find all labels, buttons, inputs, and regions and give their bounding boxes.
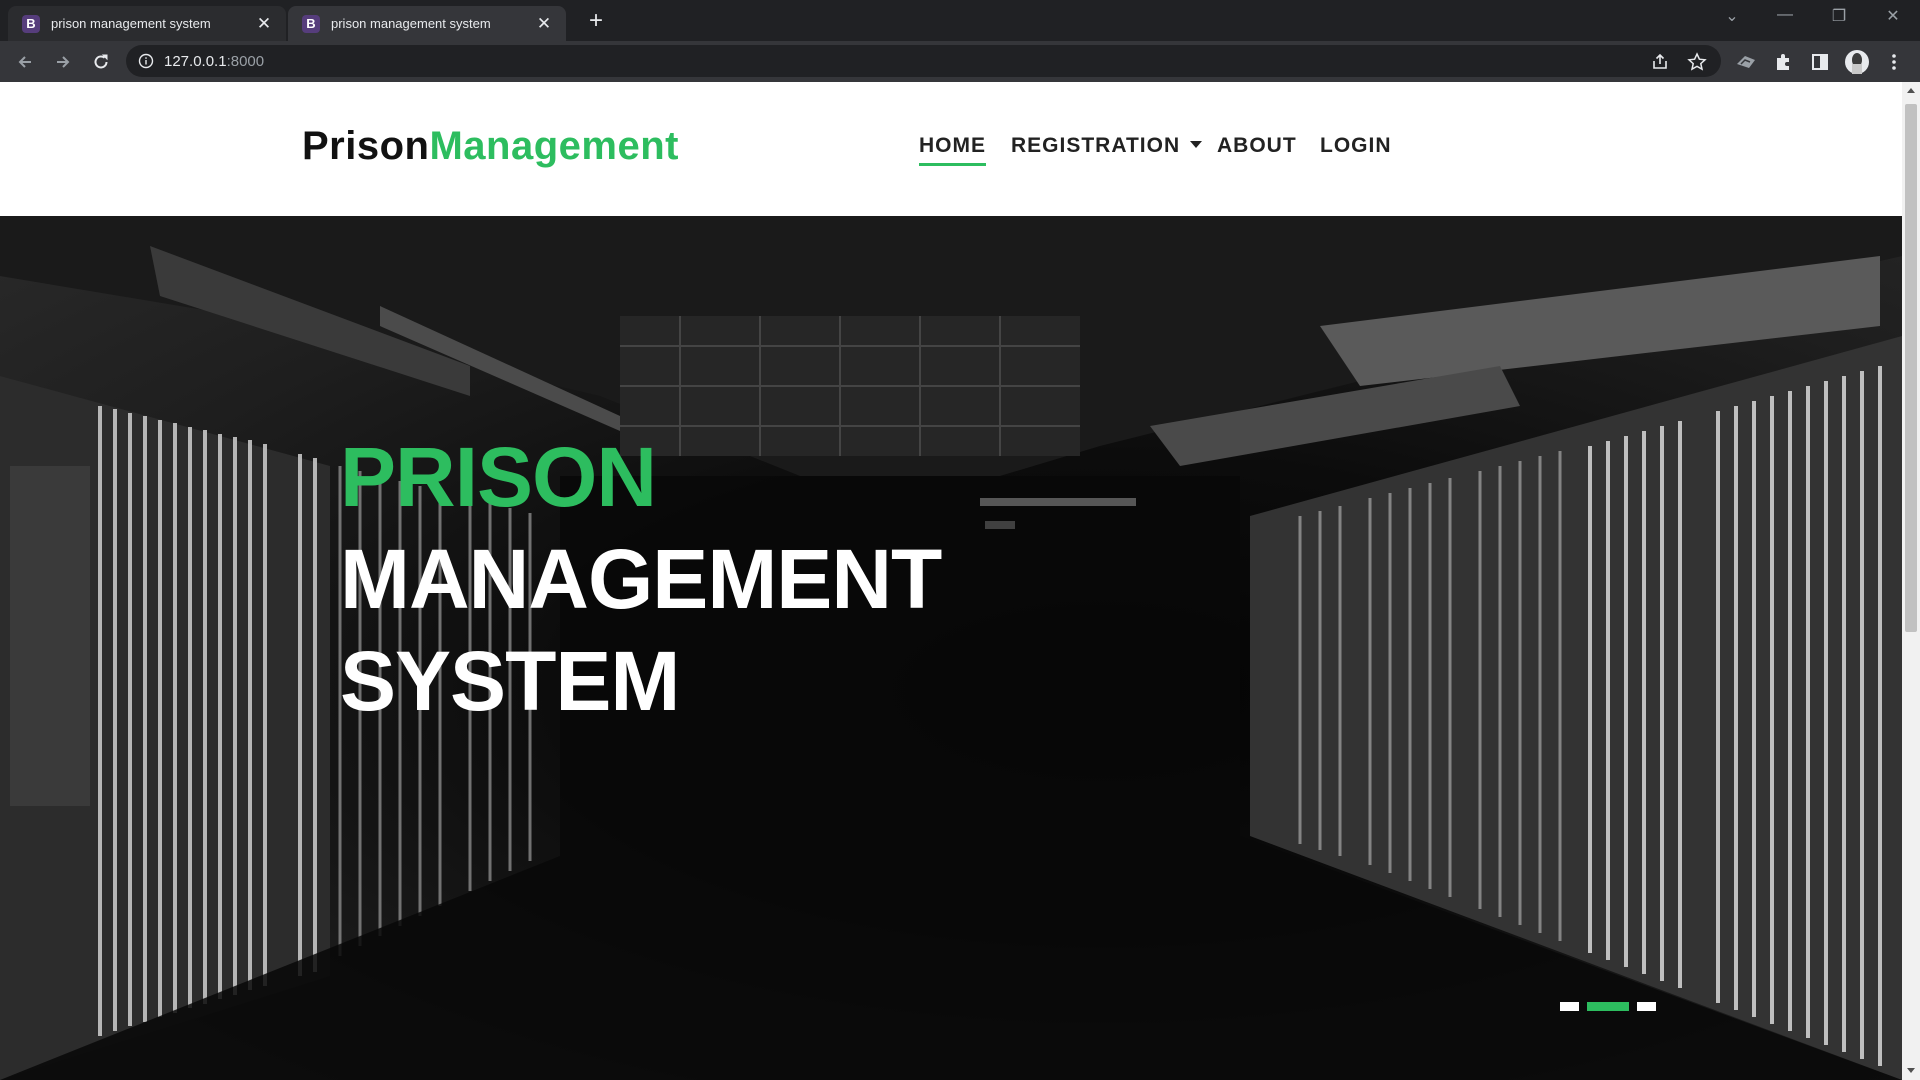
url-host: 127.0.0.1 — [164, 52, 227, 70]
forward-icon[interactable] — [50, 49, 76, 75]
share-icon[interactable] — [1648, 50, 1672, 74]
logo-part-2: Management — [429, 124, 679, 168]
web-page: PrisonManagement HOME REGISTRATION ABOUT… — [0, 82, 1920, 1080]
info-icon[interactable] — [138, 53, 154, 69]
nav-registration-dropdown[interactable]: REGISTRATION — [1011, 134, 1203, 158]
hero-title-line-3: SYSTEM — [340, 634, 680, 728]
address-bar[interactable]: 127.0.0.1:8000 — [126, 45, 1721, 77]
nav-about[interactable]: ABOUT — [1217, 134, 1297, 158]
scroll-down-arrow-icon[interactable] — [1907, 1068, 1915, 1073]
hero-background-image — [0, 216, 1902, 1080]
close-tab-icon[interactable]: ✕ — [254, 14, 274, 34]
bootstrap-favicon-icon: B — [22, 14, 40, 33]
site-header: PrisonManagement HOME REGISTRATION ABOUT… — [0, 82, 1902, 216]
tab-title: prison management system — [331, 16, 491, 31]
site-logo[interactable]: PrisonManagement — [302, 124, 679, 169]
hero-title: PRISON MANAGEMENT SYSTEM — [340, 426, 942, 732]
logo-part-1: Prison — [302, 124, 430, 168]
browser-toolbar: 127.0.0.1:8000 — [0, 41, 1920, 82]
reload-icon[interactable] — [88, 49, 114, 75]
browser-tab-1[interactable]: B prison management system ✕ — [8, 6, 286, 41]
new-tab-plus-icon[interactable]: + — [584, 7, 608, 35]
close-tab-icon[interactable]: ✕ — [534, 14, 554, 34]
side-panel-icon[interactable] — [1808, 50, 1832, 74]
minimize-icon[interactable]: — — [1770, 6, 1800, 24]
restore-icon[interactable]: ❐ — [1824, 6, 1854, 26]
more-icon[interactable] — [1882, 50, 1906, 74]
scrollbar-thumb[interactable] — [1905, 104, 1917, 632]
nav-home[interactable]: HOME — [919, 134, 986, 166]
close-window-icon[interactable]: ✕ — [1878, 6, 1908, 26]
hero-carousel: PRISON MANAGEMENT SYSTEM — [0, 216, 1902, 1080]
nav-login[interactable]: LOGIN — [1320, 134, 1392, 158]
browser-tab-2[interactable]: B prison management system ✕ — [288, 6, 566, 41]
tab-search-chevron-icon[interactable]: ⌄ — [1717, 6, 1747, 26]
avatar[interactable] — [1845, 50, 1869, 74]
carousel-indicator-3[interactable] — [1637, 1002, 1656, 1011]
back-icon[interactable] — [12, 49, 38, 75]
nav-registration-label: REGISTRATION — [1011, 134, 1181, 157]
carousel-indicators — [1560, 1002, 1656, 1011]
caret-down-icon — [1190, 141, 1203, 148]
puzzle-icon[interactable] — [1771, 50, 1795, 74]
hero-title-line-2: MANAGEMENT — [340, 532, 942, 626]
carousel-indicator-1[interactable] — [1560, 1002, 1579, 1011]
tab-strip: B prison management system ✕ B prison ma… — [0, 0, 1920, 41]
tab-title: prison management system — [51, 16, 211, 31]
star-icon[interactable] — [1685, 50, 1709, 74]
page-scrollbar[interactable] — [1902, 82, 1920, 1080]
hero-title-line-1: PRISON — [340, 430, 657, 524]
url-port: :8000 — [226, 52, 265, 70]
scroll-up-arrow-icon[interactable] — [1907, 88, 1915, 93]
extension-icon[interactable] — [1734, 50, 1758, 74]
carousel-indicator-2[interactable] — [1587, 1002, 1629, 1011]
bootstrap-favicon-icon: B — [302, 14, 320, 33]
